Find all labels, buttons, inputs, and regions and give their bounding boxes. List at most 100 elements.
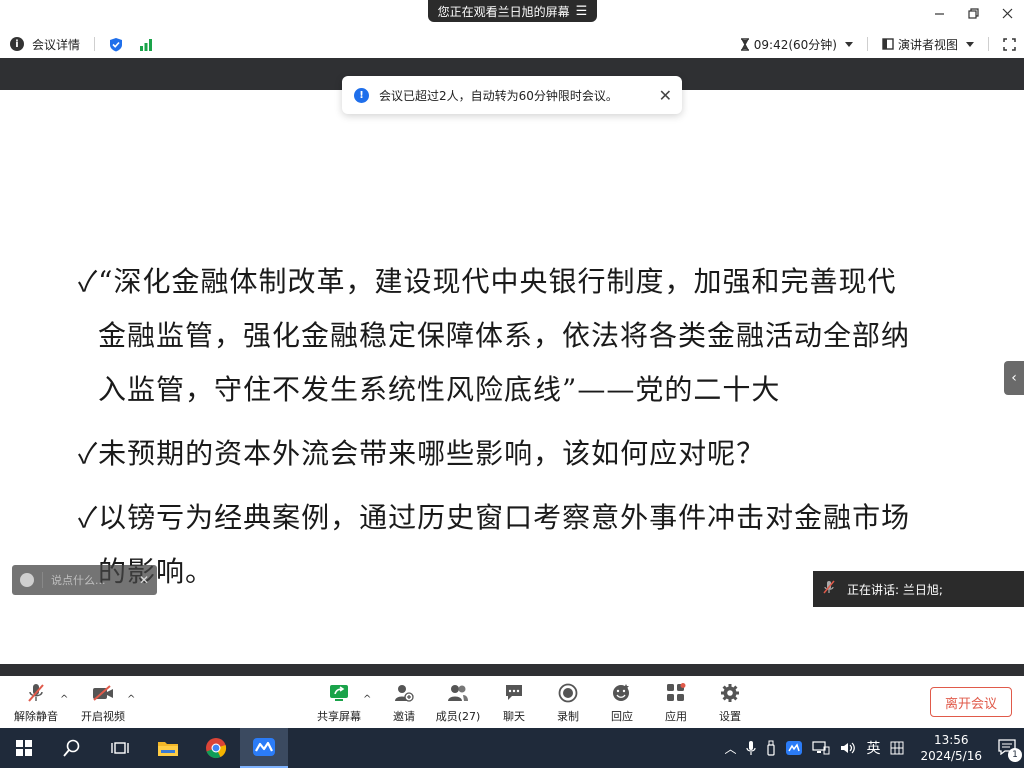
search-icon (63, 739, 80, 757)
chrome-button[interactable] (192, 728, 240, 768)
record-icon (558, 683, 578, 703)
view-mode-dropdown[interactable]: 演讲者视图 (874, 36, 982, 53)
minimize-icon (934, 12, 944, 15)
slide-line: ✓以镑亏为经典案例，通过历史窗口考察意外事件冲击对金融市场 (78, 501, 911, 534)
invite-label: 邀请 (393, 710, 415, 723)
view-mode-text: 演讲者视图 (897, 37, 958, 52)
slide-line: 金融监管，强化金融稳定保障体系，依法将各类金融活动全部纳 (98, 319, 911, 352)
toast-message: 会议已超过2人，自动转为60分钟限时会议。 (379, 88, 618, 103)
timer-text: 09:42(60分钟) (753, 37, 837, 52)
mic-muted-icon (28, 684, 44, 702)
network-icon[interactable] (812, 741, 830, 755)
chevron-up-icon[interactable]: ^ (60, 694, 68, 705)
share-screen-label: 共享屏幕 (317, 710, 361, 723)
mic-muted-icon (823, 580, 835, 598)
clock-time: 13:56 (933, 733, 969, 747)
ime-indicator[interactable]: 英 (866, 738, 880, 758)
close-window-button[interactable] (990, 0, 1024, 26)
title-bar: 您正在观看兰日旭的屏幕 ☰ (0, 0, 1024, 30)
restore-icon (967, 7, 979, 19)
start-video-button[interactable]: 开启视频 (75, 682, 131, 724)
task-view-button[interactable] (96, 728, 144, 768)
chevron-up-icon[interactable]: ^ (363, 694, 371, 705)
invite-button[interactable]: 邀请 (376, 682, 432, 724)
keyboard-grid-icon[interactable] (890, 741, 904, 755)
chevron-up-icon[interactable]: ︿ (724, 740, 736, 757)
meeting-controls: 解除静音 ^ 开启视频 ^ 共享屏幕 ^ 邀请 成员(27) 聊天 录制 回应 … (0, 676, 1024, 728)
notification-center-button[interactable]: 1 (998, 738, 1022, 762)
chat-button[interactable]: 聊天 (486, 682, 542, 724)
chevron-up-icon[interactable]: ^ (127, 694, 135, 705)
collapse-panel-tab[interactable]: ‹ (1004, 361, 1024, 395)
members-icon (448, 685, 468, 701)
divider (866, 37, 868, 51)
apps-button[interactable]: 应用 (648, 682, 704, 724)
react-label: 回应 (611, 710, 633, 723)
share-banner-text: 您正在观看兰日旭的屏幕 (437, 4, 570, 19)
info-icon[interactable]: i (10, 37, 24, 51)
minimize-button[interactable] (922, 0, 956, 26)
task-view-icon (111, 742, 129, 754)
window-controls (922, 0, 1024, 26)
menu-icon[interactable]: ☰ (576, 5, 588, 18)
chat-input[interactable]: 说点什么... ✕ (12, 565, 157, 595)
alert-icon: ! (354, 87, 369, 103)
volume-icon[interactable] (840, 741, 856, 755)
screen-share-banner[interactable]: 您正在观看兰日旭的屏幕 ☰ (428, 0, 597, 22)
tencent-meeting-icon (253, 738, 275, 756)
close-icon[interactable]: ✕ (659, 86, 672, 105)
slide-line: ✓未预期的资本外流会带来哪些影响，该如何应对呢？ (78, 437, 766, 470)
usb-icon[interactable] (766, 740, 776, 756)
settings-button[interactable]: 设置 (702, 682, 758, 724)
active-speaker-indicator: 正在讲话: 兰日旭; (813, 571, 1024, 607)
divider (988, 37, 989, 51)
windows-taskbar: ︿ 英 13:56 2024/5/16 1 (0, 728, 1024, 768)
slide-line: ✓“深化金融体制改革，建设现代中央银行制度，加强和完善现代 (78, 265, 897, 298)
shared-screen-bottom-border (0, 664, 1024, 676)
members-button[interactable]: 成员(27) (430, 682, 486, 724)
meeting-toolbar: i 会议详情 09:42(60分钟) 演讲者视图 (0, 30, 1024, 58)
react-icon (613, 684, 629, 701)
security-shield-icon[interactable] (109, 37, 123, 52)
system-clock[interactable]: 13:56 2024/5/16 (920, 732, 982, 764)
tencent-meeting-button[interactable] (240, 728, 288, 768)
leave-meeting-button[interactable]: 离开会议 (930, 687, 1012, 717)
emoji-icon[interactable] (20, 573, 34, 587)
meeting-timer[interactable]: 09:42(60分钟) (732, 36, 861, 53)
system-tray: ︿ 英 13:56 2024/5/16 1 (724, 728, 1024, 768)
clock-date: 2024/5/16 (920, 749, 982, 763)
share-screen-button[interactable]: 共享屏幕 (311, 682, 367, 724)
chat-icon (506, 685, 522, 700)
microphone-icon[interactable] (746, 740, 757, 756)
meeting-info-link[interactable]: 会议详情 (32, 36, 80, 53)
react-button[interactable]: 回应 (594, 682, 650, 724)
chat-placeholder: 说点什么... (42, 572, 131, 588)
close-icon (1002, 8, 1012, 18)
search-button[interactable] (48, 728, 96, 768)
restore-button[interactable] (956, 0, 990, 26)
start-button[interactable] (0, 728, 48, 768)
layout-icon (882, 38, 894, 50)
close-icon[interactable]: ✕ (139, 573, 149, 587)
unmute-label: 解除静音 (14, 710, 58, 723)
chevron-down-icon (844, 41, 853, 47)
chevron-left-icon: ‹ (1011, 370, 1017, 386)
fullscreen-icon (1003, 37, 1016, 51)
file-explorer-button[interactable] (144, 728, 192, 768)
record-button[interactable]: 录制 (540, 682, 596, 724)
members-label: 成员(27) (435, 710, 481, 723)
apps-label: 应用 (665, 710, 687, 723)
chevron-down-icon (966, 41, 974, 47)
time-limit-toast: ! 会议已超过2人，自动转为60分钟限时会议。 ✕ (342, 76, 682, 114)
start-video-label: 开启视频 (81, 710, 125, 723)
chrome-icon (206, 738, 227, 759)
fullscreen-button[interactable] (995, 37, 1024, 51)
gear-icon (721, 684, 739, 702)
slide-line: 入监管，守住不发生系统性风险底线”——党的二十大 (98, 373, 781, 406)
settings-label: 设置 (719, 710, 741, 723)
share-screen-icon (330, 685, 348, 701)
unmute-button[interactable]: 解除静音 (8, 682, 64, 724)
signal-strength-icon[interactable] (139, 38, 153, 51)
tencent-meeting-tray-icon[interactable] (786, 741, 803, 755)
record-label: 录制 (557, 710, 579, 723)
